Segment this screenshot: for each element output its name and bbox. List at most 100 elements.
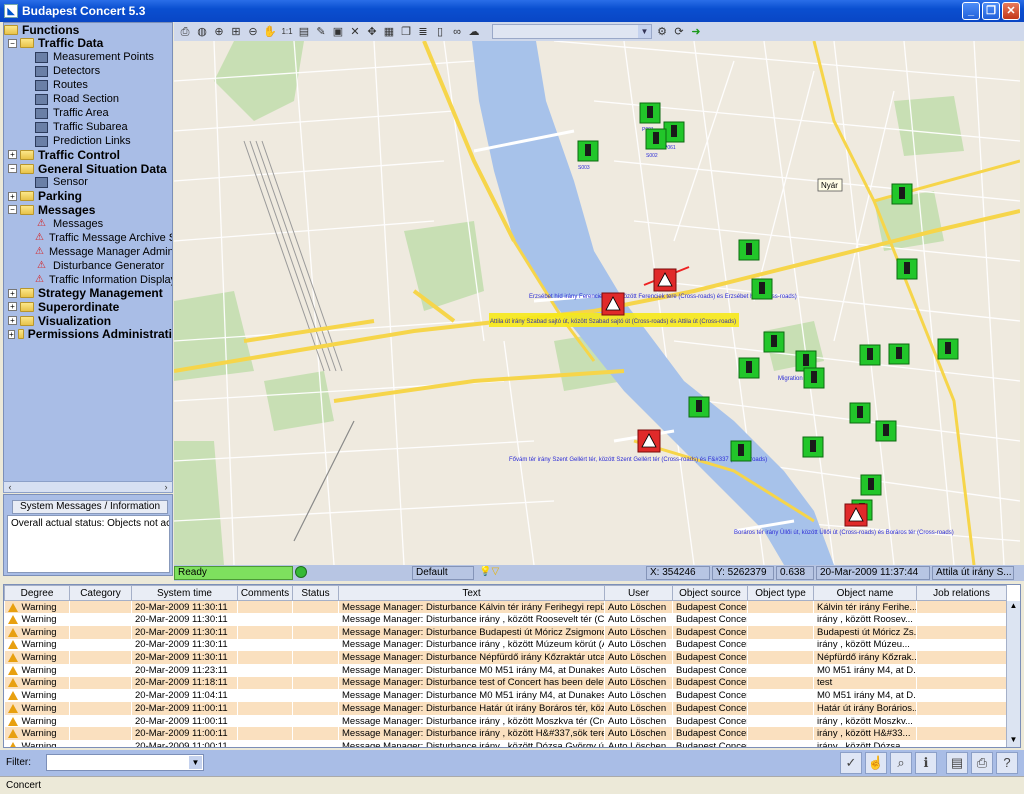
expand-toggle-icon[interactable]: + <box>8 150 17 160</box>
info-icon[interactable]: ℹ <box>915 752 937 774</box>
tree-item[interactable]: + Superordinate <box>4 300 172 314</box>
table-row[interactable]: Warning 20-Mar-2009 11:30:11 Message Manag… <box>5 613 1007 626</box>
scroll-up-icon[interactable]: ▲ <box>1007 601 1020 613</box>
map-view[interactable]: Erzsébet híd irány Ferenciek tere, közöt… <box>174 41 1020 565</box>
expand-toggle-icon[interactable]: + <box>8 302 17 312</box>
column-header[interactable]: Status <box>292 585 339 601</box>
tree-item[interactable]: Measurement Points <box>4 50 172 64</box>
table-row[interactable]: Warning 20-Mar-2009 11:00:11 Message Manag… <box>5 715 1007 728</box>
warning-marker-icon[interactable] <box>637 429 661 453</box>
detector-marker-icon[interactable] <box>937 338 959 360</box>
zoom-out-icon[interactable]: ⊖ <box>246 25 260 39</box>
close-button[interactable]: ✕ <box>1002 2 1020 20</box>
refresh-icon[interactable]: ⟳ <box>672 25 686 39</box>
globe-icon[interactable]: ◍ <box>195 25 209 39</box>
layer-icon[interactable]: ▤ <box>297 25 311 39</box>
detector-marker-icon[interactable] <box>896 258 918 280</box>
tree-item[interactable]: Road Section <box>4 92 172 106</box>
zoom-1to1-icon[interactable]: 1:1 <box>280 25 294 39</box>
tree-item[interactable]: ⚠ Traffic Message Archive Se <box>4 231 172 245</box>
column-header[interactable]: Degree <box>4 585 70 601</box>
column-header[interactable]: Comments <box>237 585 293 601</box>
detector-marker-icon[interactable] <box>763 331 785 353</box>
minimize-button[interactable]: _ <box>962 2 980 20</box>
tools-icon[interactable]: ⚙ <box>655 25 669 39</box>
detector-marker-icon[interactable] <box>803 367 825 389</box>
tree-item[interactable]: Prediction Links <box>4 134 172 148</box>
detector-marker-icon[interactable] <box>888 343 910 365</box>
column-header[interactable]: Object type <box>747 585 814 601</box>
print-icon[interactable]: ⎙ <box>178 25 192 39</box>
detector-marker-icon[interactable] <box>645 128 667 150</box>
system-messages-tab[interactable]: System Messages / Information <box>12 500 168 514</box>
map-canvas[interactable]: Erzsébet híd irány Ferenciek tere, közöt… <box>174 41 1020 565</box>
delete-icon[interactable]: ✕ <box>348 25 362 39</box>
detector-marker-icon[interactable] <box>663 121 685 143</box>
tree-item[interactable]: − Messages <box>4 203 172 217</box>
column-header[interactable]: User <box>604 585 673 601</box>
tree-item[interactable]: Traffic Subarea <box>4 120 172 134</box>
pan-hand-icon[interactable]: ✋ <box>263 25 277 39</box>
table-row[interactable]: Warning 20-Mar-2009 11:30:11 Message Manag… <box>4 600 1007 614</box>
tree-item[interactable]: − Traffic Data <box>4 36 172 50</box>
detector-marker-icon[interactable] <box>859 344 881 366</box>
pencil-icon[interactable]: ✎ <box>314 25 328 39</box>
chevron-down-icon[interactable]: ▼ <box>189 756 202 769</box>
detector-marker-icon[interactable] <box>577 140 599 162</box>
tree-item[interactable]: Sensor <box>4 175 172 189</box>
detector-marker-icon[interactable] <box>688 396 710 418</box>
tree-item[interactable]: + Visualization <box>4 314 172 328</box>
detector-marker-icon[interactable] <box>639 102 661 124</box>
tree-root[interactable]: Functions <box>4 23 172 37</box>
maximize-button[interactable]: ❐ <box>982 2 1000 20</box>
printer-icon[interactable]: ⎙ <box>971 752 993 774</box>
column-header[interactable]: Text <box>338 585 605 601</box>
column-header[interactable]: Object name <box>813 585 917 601</box>
grid-icon[interactable]: ▦ <box>382 25 396 39</box>
help-icon[interactable]: ? <box>996 752 1018 774</box>
tree-item[interactable]: + Parking <box>4 189 172 203</box>
tree-item[interactable]: ⚠ Message Manager Administ <box>4 245 172 259</box>
table-row[interactable]: Warning 20-Mar-2009 11:00:11 Message Manag… <box>4 702 1007 715</box>
column-header[interactable]: System time <box>131 585 238 601</box>
expand-toggle-icon[interactable]: + <box>8 191 17 201</box>
detector-marker-icon[interactable] <box>802 436 824 458</box>
tree-item[interactable]: Routes <box>4 78 172 92</box>
table-row[interactable]: Warning 20-Mar-2009 11:30:11 Message Manag… <box>4 651 1007 664</box>
column-header[interactable]: Category <box>69 585 132 601</box>
table-row[interactable]: Warning 20-Mar-2009 11:30:11 Message Manag… <box>5 639 1007 652</box>
tree-item[interactable]: − General Situation Data <box>4 162 172 176</box>
tree-item[interactable]: + Permissions Administrati <box>4 327 172 341</box>
warning-marker-icon[interactable] <box>601 292 625 316</box>
table-row[interactable]: Warning 20-Mar-2009 11:30:11 Message Manag… <box>4 625 1007 639</box>
detector-marker-icon[interactable] <box>860 474 882 496</box>
hand-icon[interactable]: ☝ <box>865 752 887 774</box>
window-icon[interactable]: ❐ <box>399 25 413 39</box>
tree-item[interactable]: Detectors <box>4 64 172 78</box>
scroll-left-icon[interactable]: ‹ <box>4 482 16 492</box>
table-row[interactable]: Warning 20-Mar-2009 11:04:11 Message Manag… <box>5 689 1007 702</box>
expand-toggle-icon[interactable]: − <box>8 164 17 174</box>
expand-toggle-icon[interactable]: − <box>8 205 17 215</box>
zoom-in-icon[interactable]: ⊕ <box>212 25 226 39</box>
detector-marker-icon[interactable] <box>730 440 752 462</box>
tree-item[interactable]: ⚠ Disturbance Generator <box>4 259 172 273</box>
warning-marker-icon[interactable] <box>653 268 677 292</box>
table-vertical-scrollbar[interactable]: ▲ ▼ <box>1006 601 1020 747</box>
move-icon[interactable]: ✥ <box>365 25 379 39</box>
go-icon[interactable]: ➜ <box>689 25 703 39</box>
chevron-down-icon[interactable]: ▼ <box>638 25 651 38</box>
cloud-icon[interactable]: ☁ <box>467 25 481 39</box>
page-icon[interactable]: ▯ <box>433 25 447 39</box>
save-icon[interactable]: ▣ <box>331 25 345 39</box>
column-header[interactable]: Job relations <box>916 585 1007 601</box>
detector-marker-icon[interactable] <box>751 278 773 300</box>
expand-toggle-icon[interactable]: − <box>8 38 17 48</box>
binoculars-icon[interactable]: ∞ <box>450 25 464 39</box>
tree-item[interactable]: + Strategy Management <box>4 286 172 300</box>
tree-horizontal-scrollbar[interactable]: ‹ › <box>3 481 173 493</box>
map-layer-combo[interactable]: ▼ <box>492 24 652 39</box>
tree-item[interactable]: + Traffic Control <box>4 148 172 162</box>
scroll-down-icon[interactable]: ▼ <box>1007 735 1020 747</box>
zoom-box-icon[interactable]: ⊞ <box>229 25 243 39</box>
